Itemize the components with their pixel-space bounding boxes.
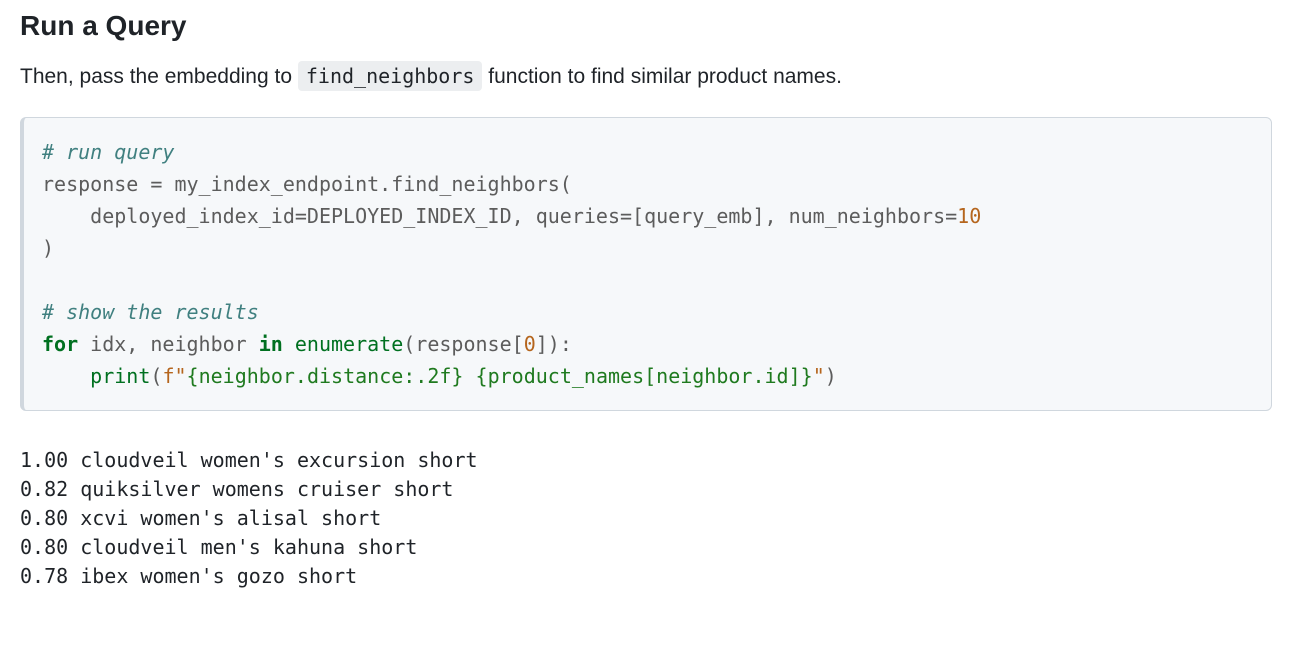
output-line: 0.82 quiksilver womens cruiser short: [20, 477, 453, 501]
code-token: response: [42, 172, 150, 196]
code-comment-2: # show the results: [42, 300, 259, 324]
code-token: idx, neighbor: [78, 332, 259, 356]
code-token: DEPLOYED_INDEX_ID, queries: [307, 204, 620, 228]
output-block: 1.00 cloudveil women's excursion short 0…: [20, 417, 1272, 591]
code-token: 10: [957, 204, 981, 228]
code-token: (: [560, 172, 572, 196]
code-comment-1: # run query: [42, 140, 174, 164]
output-line: 0.78 ibex women's gozo short: [20, 564, 357, 588]
intro-text-after: function to find similar product names.: [482, 65, 842, 88]
code-token: 0: [524, 332, 536, 356]
code-token: [42, 364, 90, 388]
section-heading: Run a Query: [20, 10, 1272, 42]
code-token: [query_emb], num_neighbors: [632, 204, 945, 228]
code-token: (response[: [403, 332, 523, 356]
code-token: my_index_endpoint: [162, 172, 379, 196]
code-pre: # run query response = my_index_endpoint…: [42, 136, 1253, 392]
code-builtin-print: print: [90, 364, 150, 388]
code-token: {product_names[neighbor.id]}: [476, 364, 813, 388]
intro-paragraph: Then, pass the embedding to find_neighbo…: [20, 64, 1272, 89]
code-token: f": [162, 364, 186, 388]
output-line: 0.80 cloudveil men's kahuna short: [20, 535, 417, 559]
code-token: =: [295, 204, 307, 228]
code-token: ": [813, 364, 825, 388]
intro-text-before: Then, pass the embedding to: [20, 65, 298, 88]
output-line: 1.00 cloudveil women's excursion short: [20, 448, 478, 472]
code-token: (: [150, 364, 162, 388]
code-token: deployed_index_id: [42, 204, 295, 228]
code-token: [283, 332, 295, 356]
code-token: find_neighbors: [391, 172, 560, 196]
code-token: ]):: [536, 332, 572, 356]
code-keyword-in: in: [259, 332, 283, 356]
inline-code-find-neighbors: find_neighbors: [298, 61, 483, 91]
code-keyword-for: for: [42, 332, 78, 356]
code-block: # run query response = my_index_endpoint…: [20, 117, 1272, 411]
output-line: 0.80 xcvi women's alisal short: [20, 506, 381, 530]
code-token: =: [945, 204, 957, 228]
code-token: .: [379, 172, 391, 196]
code-token: ): [825, 364, 837, 388]
code-builtin-enumerate: enumerate: [295, 332, 403, 356]
code-token: ): [42, 236, 54, 260]
code-token: =: [620, 204, 632, 228]
code-token: {neighbor.distance:.2f}: [187, 364, 464, 388]
code-token: =: [150, 172, 162, 196]
code-token: [463, 364, 475, 388]
